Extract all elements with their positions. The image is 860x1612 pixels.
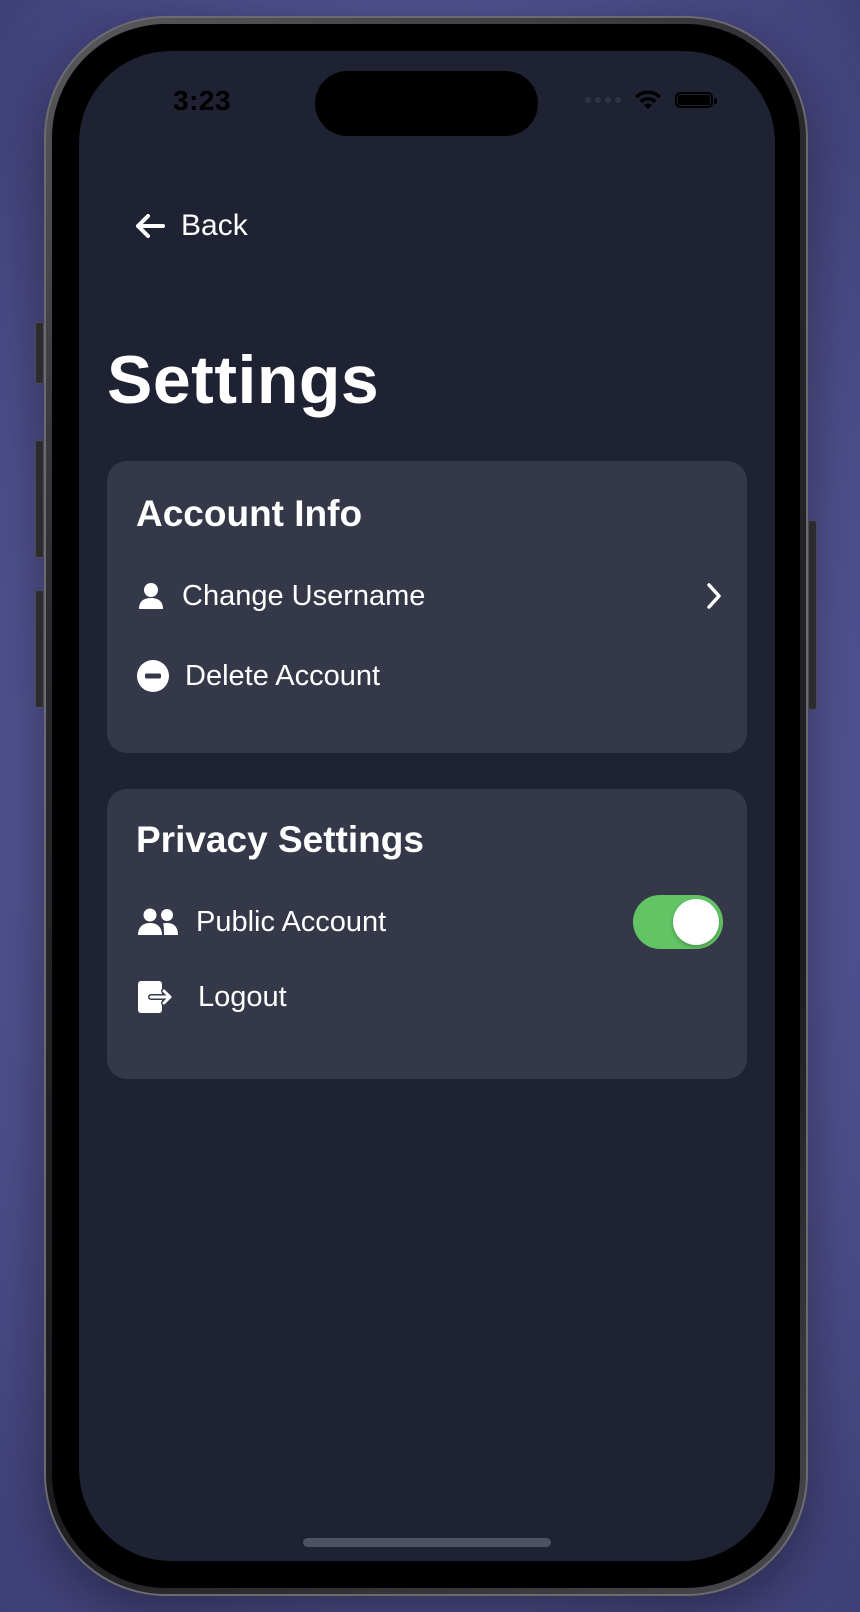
home-indicator[interactable] (303, 1538, 551, 1547)
public-account-label: Public Account (196, 905, 387, 938)
volume-down-button (35, 590, 44, 708)
app-screen: 3:23 Back Settings Account Info Change U… (79, 51, 775, 1561)
arrow-left-icon (136, 214, 165, 238)
public-account-toggle[interactable] (633, 895, 723, 949)
page-title: Settings (107, 342, 380, 418)
public-account-row: Public Account (136, 895, 723, 949)
chevron-right-icon (707, 583, 721, 609)
signal-icon (585, 97, 621, 103)
wifi-icon (635, 90, 661, 109)
privacy-settings-card: Privacy Settings Public Account Logout (107, 789, 747, 1079)
logout-label: Logout (198, 980, 287, 1013)
change-username-label: Change Username (182, 579, 426, 612)
back-label: Back (181, 209, 248, 242)
status-icons (585, 89, 717, 111)
logout-row[interactable]: Logout (136, 977, 723, 1017)
minus-circle-icon (136, 660, 169, 692)
section-title: Privacy Settings (136, 819, 424, 860)
change-username-row[interactable]: Change Username (136, 576, 723, 616)
power-button (808, 520, 817, 710)
action-button (35, 322, 44, 384)
battery-icon (675, 92, 717, 108)
section-title: Account Info (136, 493, 363, 534)
account-info-card: Account Info Change Username Delete Acco… (107, 461, 747, 753)
volume-up-button (35, 440, 44, 558)
toggle-knob (673, 899, 719, 945)
dynamic-island (315, 71, 538, 136)
people-icon (136, 908, 180, 936)
logout-icon (136, 980, 176, 1014)
back-button[interactable]: Back (135, 209, 248, 243)
person-icon (136, 582, 166, 610)
delete-account-row[interactable]: Delete Account (136, 656, 723, 696)
status-time: 3:23 (173, 85, 232, 116)
delete-account-label: Delete Account (185, 659, 381, 692)
